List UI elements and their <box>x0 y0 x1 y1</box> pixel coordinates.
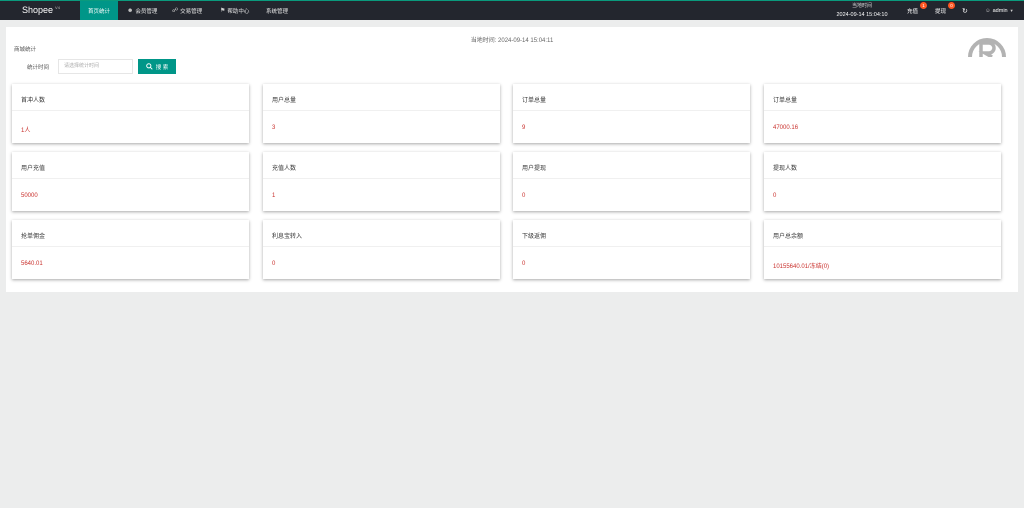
stat-card-user-recharge: 用户充值 50000 <box>12 152 249 211</box>
card-value: 5640.01 <box>21 261 43 267</box>
card-title: 订单总量 <box>522 98 547 104</box>
card-title: 抢单佣金 <box>21 234 46 240</box>
stat-time-input[interactable]: 请选择统计时间 <box>58 59 133 74</box>
card-title: 充值人数 <box>272 166 297 172</box>
card-value: 0 <box>522 261 526 267</box>
card-divider <box>764 246 1001 247</box>
withdraw-badge: 0 <box>948 2 955 9</box>
chevron-down-icon: ▼ <box>1009 8 1014 13</box>
clock-value: 2024-09-14 15:04:10 <box>836 12 888 18</box>
nav-member-management[interactable]: ☻ 会员管理 <box>127 1 157 20</box>
stat-card-order-amount: 订单总量 47000.16 <box>764 84 1001 143</box>
card-divider <box>12 110 249 111</box>
card-value: 0 <box>522 193 526 199</box>
stat-card-grab-commission: 抢单佣金 5640.01 <box>12 220 249 279</box>
card-divider <box>513 246 750 247</box>
card-value: 3 <box>272 125 276 131</box>
user-name: admin <box>992 7 1008 14</box>
card-divider <box>12 246 249 247</box>
refresh-icon: ↻ <box>962 7 968 15</box>
stat-card-order-count: 订单总量 9 <box>513 84 750 143</box>
recharge-link[interactable]: 充值 <box>907 1 918 20</box>
card-value: 0 <box>773 193 777 199</box>
search-button[interactable]: 搜 索 <box>138 59 176 74</box>
stat-card-user-total: 用户总量 3 <box>263 84 500 143</box>
card-divider <box>513 110 750 111</box>
stat-card-user-withdraw: 用户提现 0 <box>513 152 750 211</box>
card-title: 用户充值 <box>21 166 46 172</box>
user-menu[interactable]: ☺ admin ▼ <box>985 1 1014 20</box>
withdraw-label: 提现 <box>935 8 947 15</box>
clock-label: 当地时间 <box>851 3 872 9</box>
nav-label-member: 会员管理 <box>135 8 158 15</box>
nav-help-center[interactable]: ⚑ 帮助中心 <box>220 1 249 20</box>
card-title: 首冲人数 <box>21 98 46 104</box>
card-divider <box>764 178 1001 179</box>
nav-trade-management[interactable]: ☍ 交易管理 <box>172 1 202 20</box>
card-title: 用户总余额 <box>773 234 804 240</box>
recharge-badge: 1 <box>920 2 927 9</box>
card-divider <box>263 110 500 111</box>
stat-card-recharge-users: 充值人数 1 <box>263 152 500 211</box>
registered-mark-icon <box>968 38 1006 57</box>
card-divider <box>263 178 500 179</box>
stat-card-subordinate-rebate: 下级返佣 0 <box>513 220 750 279</box>
local-clock: 当地时间 2024-09-14 15:04:10 <box>826 2 898 20</box>
brand-name: Shopee <box>22 5 54 15</box>
card-value: 9 <box>522 125 526 131</box>
card-value: 10155640.01/冻结(0) <box>773 264 830 270</box>
card-value: 0 <box>272 261 276 267</box>
card-title: 用户总量 <box>272 98 297 104</box>
stat-time-label: 统计时间 <box>27 65 50 71</box>
brand-logo[interactable]: Shopee V4 <box>22 5 60 15</box>
card-value: 1 <box>272 193 276 199</box>
card-title: 利息宝转入 <box>272 234 303 240</box>
stat-card-user-balance: 用户总余额 10155640.01/冻结(0) <box>764 220 1001 279</box>
refresh-button[interactable]: ↻ <box>962 1 968 20</box>
card-title: 提现人数 <box>773 166 798 172</box>
nav-system-management[interactable]: 系统管理 <box>266 1 288 20</box>
card-divider <box>764 110 1001 111</box>
card-value: 50000 <box>21 193 38 199</box>
search-label: 搜 索 <box>155 64 169 71</box>
card-divider <box>263 246 500 247</box>
card-title: 下级返佣 <box>522 234 547 240</box>
stat-card-withdraw-users: 提现人数 0 <box>764 152 1001 211</box>
nav-label-help: 帮助中心 <box>227 8 250 15</box>
search-icon <box>145 63 153 70</box>
flag-icon: ⚑ <box>220 8 226 14</box>
nav-label-system: 系统管理 <box>266 8 289 15</box>
recharge-label: 充值 <box>907 8 919 15</box>
top-bar: Shopee V4 首页统计 ☻ 会员管理 ☍ 交易管理 ⚑ 帮助中心 系统管理 … <box>0 0 1024 20</box>
stat-time-placeholder: 请选择统计时间 <box>64 63 100 69</box>
nav-label-home-stats: 首页统计 <box>87 8 110 15</box>
trade-icon: ☍ <box>172 8 179 14</box>
card-value: 47000.16 <box>773 125 799 131</box>
card-title: 用户提现 <box>522 166 547 172</box>
user-icon: ☻ <box>127 7 134 14</box>
nav-home-stats[interactable]: 首页统计 <box>80 1 118 20</box>
user-icon: ☺ <box>985 7 991 14</box>
card-divider <box>513 178 750 179</box>
card-value: 1人 <box>21 128 31 134</box>
stat-card-interest-transfer: 利息宝转入 0 <box>263 220 500 279</box>
nav-label-trade: 交易管理 <box>180 8 203 15</box>
stat-card-first-recharge: 首冲人数 1人 <box>12 84 249 143</box>
brand-version: V4 <box>55 5 60 10</box>
page-title: 商城统计 <box>14 47 37 53</box>
generated-time: 当地时间: 2024-09-14 15:04:11 <box>470 38 554 44</box>
card-divider <box>12 178 249 179</box>
card-title: 订单总量 <box>773 98 798 104</box>
withdraw-link[interactable]: 提现 <box>935 1 946 20</box>
